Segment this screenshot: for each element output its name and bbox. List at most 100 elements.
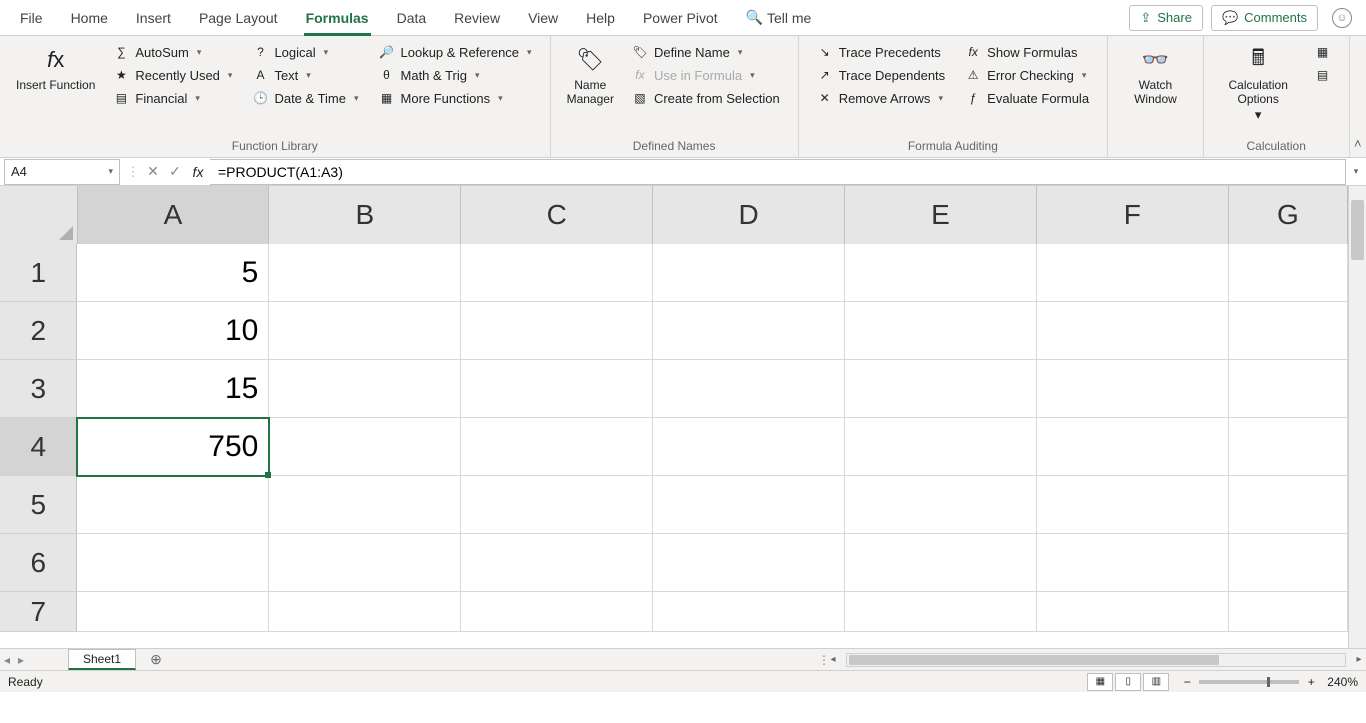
cell-C2[interactable] [461, 302, 653, 360]
cell-E1[interactable] [845, 244, 1037, 302]
cell-G4[interactable] [1229, 418, 1348, 476]
cell-C3[interactable] [461, 360, 653, 418]
cell-F1[interactable] [1037, 244, 1229, 302]
cell-B7[interactable] [269, 592, 461, 632]
cell-D3[interactable] [653, 360, 845, 418]
calculate-now-button[interactable]: ▦ [1309, 42, 1337, 62]
cell-E7[interactable] [845, 592, 1037, 632]
define-name-button[interactable]: 🏷Define Name▾ [626, 42, 786, 62]
cell-A6[interactable] [77, 534, 269, 592]
cell-G1[interactable] [1229, 244, 1348, 302]
cell-A7[interactable] [77, 592, 269, 632]
zoom-in-button[interactable]: + [1303, 675, 1319, 689]
calculate-sheet-button[interactable]: ▤ [1309, 65, 1337, 85]
sheet-nav-next[interactable]: ▸ [14, 653, 28, 667]
column-header-C[interactable]: C [461, 186, 653, 244]
scrollbar-thumb[interactable] [849, 655, 1219, 665]
select-all-button[interactable] [0, 186, 78, 244]
name-manager-button[interactable]: 🏷 Name Manager [559, 40, 622, 111]
recently-used-button[interactable]: ★Recently Used▾ [107, 65, 238, 85]
cell-A5[interactable] [77, 476, 269, 534]
cell-A4[interactable]: 750 [77, 418, 269, 476]
date-time-button[interactable]: 🕒Date & Time▾ [246, 88, 364, 108]
calculation-options-button[interactable]: 🖩 Calculation Options ▾ [1212, 40, 1305, 127]
cell-F7[interactable] [1037, 592, 1229, 632]
cell-B1[interactable] [269, 244, 461, 302]
view-page-break-button[interactable]: ▥ [1143, 673, 1169, 691]
cell-G7[interactable] [1229, 592, 1348, 632]
cell-E5[interactable] [845, 476, 1037, 534]
create-from-selection-button[interactable]: ▧Create from Selection [626, 88, 786, 108]
cell-B5[interactable] [269, 476, 461, 534]
tab-insert[interactable]: Insert [122, 0, 185, 36]
formula-input[interactable] [210, 159, 1346, 185]
share-button[interactable]: ⇪ Share [1129, 5, 1203, 31]
cell-C5[interactable] [461, 476, 653, 534]
cell-A3[interactable]: 15 [77, 360, 269, 418]
cell-F2[interactable] [1037, 302, 1229, 360]
lookup-reference-button[interactable]: 🔎Lookup & Reference▾ [373, 42, 538, 62]
tab-file[interactable]: File [6, 0, 57, 36]
watch-window-button[interactable]: 👓 Watch Window [1116, 40, 1195, 111]
view-page-layout-button[interactable]: ▯ [1115, 673, 1141, 691]
vertical-scrollbar[interactable] [1348, 186, 1366, 648]
cell-D2[interactable] [653, 302, 845, 360]
column-header-D[interactable]: D [653, 186, 845, 244]
error-checking-button[interactable]: ⚠Error Checking▾ [959, 65, 1095, 85]
tab-formulas[interactable]: Formulas [292, 0, 383, 36]
sheet-nav-prev[interactable]: ◂ [0, 653, 14, 667]
cell-F4[interactable] [1037, 418, 1229, 476]
text-button[interactable]: AText▾ [246, 65, 364, 85]
row-header-3[interactable]: 3 [0, 360, 77, 418]
tab-review[interactable]: Review [440, 0, 514, 36]
cell-D1[interactable] [653, 244, 845, 302]
cell-C1[interactable] [461, 244, 653, 302]
column-header-G[interactable]: G [1229, 186, 1348, 244]
row-header-2[interactable]: 2 [0, 302, 77, 360]
cell-D6[interactable] [653, 534, 845, 592]
tab-page-layout[interactable]: Page Layout [185, 0, 292, 36]
remove-arrows-button[interactable]: ✕Remove Arrows▾ [811, 88, 951, 108]
zoom-slider-thumb[interactable] [1267, 677, 1270, 687]
cell-B2[interactable] [269, 302, 461, 360]
row-header-1[interactable]: 1 [0, 244, 77, 302]
cell-D5[interactable] [653, 476, 845, 534]
cell-G3[interactable] [1229, 360, 1348, 418]
row-header-6[interactable]: 6 [0, 534, 77, 592]
cell-C6[interactable] [461, 534, 653, 592]
cell-B6[interactable] [269, 534, 461, 592]
expand-formula-bar-button[interactable]: ▾ [1346, 166, 1366, 177]
column-header-F[interactable]: F [1037, 186, 1229, 244]
autosum-button[interactable]: ∑AutoSum▾ [107, 42, 238, 62]
split-handle[interactable]: ⋮ [818, 653, 826, 667]
math-trig-button[interactable]: θMath & Trig▾ [373, 65, 538, 85]
zoom-percent[interactable]: 240% [1327, 675, 1358, 689]
row-header-5[interactable]: 5 [0, 476, 77, 534]
trace-dependents-button[interactable]: ↗Trace Dependents [811, 65, 951, 85]
trace-precedents-button[interactable]: ↘Trace Precedents [811, 42, 951, 62]
cell-F3[interactable] [1037, 360, 1229, 418]
view-normal-button[interactable]: ▦ [1087, 673, 1113, 691]
insert-function-button[interactable]: fx Insert Function [8, 40, 103, 96]
cell-F5[interactable] [1037, 476, 1229, 534]
cell-D4[interactable] [653, 418, 845, 476]
comments-button[interactable]: 💬 Comments [1211, 5, 1318, 31]
insert-function-fx-button[interactable]: fx [186, 164, 210, 180]
feedback-smiley-icon[interactable]: ☺ [1332, 8, 1352, 28]
evaluate-formula-button[interactable]: ƒEvaluate Formula [959, 88, 1095, 108]
row-header-7[interactable]: 7 [0, 592, 77, 632]
cell-E2[interactable] [845, 302, 1037, 360]
name-box[interactable]: A4 ▾ [4, 159, 120, 185]
row-header-4[interactable]: 4 [0, 418, 77, 476]
cell-C4[interactable] [461, 418, 653, 476]
cancel-formula-button[interactable]: ✕ [142, 163, 164, 180]
tell-me-search[interactable]: 🔍 Tell me [732, 0, 826, 36]
column-header-E[interactable]: E [845, 186, 1037, 244]
cell-B3[interactable] [269, 360, 461, 418]
tab-home[interactable]: Home [57, 0, 122, 36]
cell-D7[interactable] [653, 592, 845, 632]
zoom-out-button[interactable]: − [1179, 675, 1195, 689]
horizontal-scrollbar[interactable] [846, 653, 1346, 667]
cell-G5[interactable] [1229, 476, 1348, 534]
cell-E3[interactable] [845, 360, 1037, 418]
